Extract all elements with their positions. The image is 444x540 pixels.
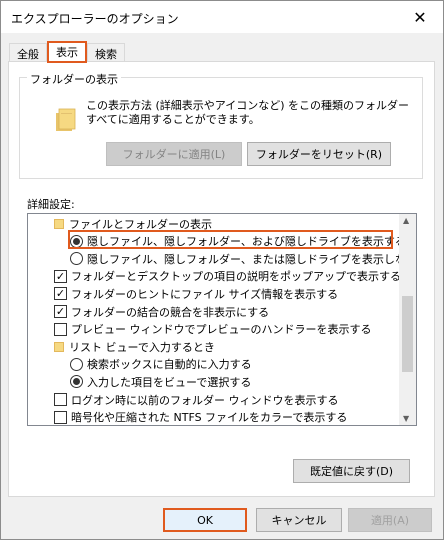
tree-option[interactable]: ✓ フォルダーの結合の競合を非表示にする <box>54 303 269 320</box>
close-icon: ✕ <box>413 7 427 27</box>
radio-button[interactable] <box>70 375 83 389</box>
tree-option[interactable]: ログオン時に以前のフォルダー ウィンドウを表示する <box>54 391 339 408</box>
checkbox[interactable]: ✓ <box>54 305 67 318</box>
restore-defaults-button[interactable]: 既定値に戻す(D) <box>293 459 410 483</box>
tree-option-label: 検索ボックスに自動的に入力する <box>87 358 252 372</box>
tab-view[interactable]: 表示 <box>47 41 87 63</box>
tree-option-label: フォルダーとデスクトップの項目の説明をポップアップで表示する <box>71 270 401 284</box>
tree-option[interactable]: 検索ボックスに自動的に入力する <box>70 356 252 373</box>
folder-icon <box>54 341 64 352</box>
advanced-settings-label: 詳細設定: <box>27 198 75 211</box>
tree-option[interactable]: プレビュー ウィンドウでプレビューのハンドラーを表示する <box>54 321 372 338</box>
title-bar: エクスプローラーのオプション ✕ <box>1 1 443 33</box>
advanced-settings-list[interactable]: ファイルとフォルダーの表示 隠しファイル、隠しフォルダー、および隠しドライブを表示… <box>27 213 417 426</box>
checkbox[interactable] <box>54 410 67 424</box>
radio-button[interactable] <box>70 357 83 371</box>
radio-dot <box>73 378 80 386</box>
checkbox[interactable] <box>54 393 67 406</box>
scrollbar[interactable]: ▲ ▼ <box>399 214 416 425</box>
checkbox[interactable] <box>54 322 67 336</box>
highlight-box <box>68 230 393 249</box>
folder-icon <box>56 108 76 131</box>
tree-option-label: フォルダーの結合の競合を非表示にする <box>71 305 270 319</box>
tab-search[interactable]: 検索 <box>87 43 125 63</box>
apply-button[interactable]: 適用(A) <box>348 508 432 532</box>
tree-option[interactable]: ✓ フォルダーのヒントにファイル サイズ情報を表示する <box>54 285 338 302</box>
checkbox[interactable]: ✓ <box>54 269 67 283</box>
folder-views-description: この表示方法 (詳細表示やアイコンなど) をこの種類のフォルダーすべてに適用する… <box>86 99 410 126</box>
scroll-thumb[interactable] <box>402 296 413 372</box>
close-button[interactable]: ✕ <box>397 1 443 33</box>
tree-option-label: 暗号化や圧縮された NTFS ファイルをカラーで表示する <box>71 411 348 425</box>
radio-button[interactable] <box>70 252 83 266</box>
tab-strip: 全般 表示 検索 <box>9 41 125 63</box>
window-title: エクスプローラーのオプション <box>11 12 179 26</box>
tree-option-label: ログオン時に以前のフォルダー ウィンドウを表示する <box>71 393 339 407</box>
scroll-up-icon[interactable]: ▲ <box>403 216 409 225</box>
scroll-down-icon[interactable]: ▼ <box>403 414 409 423</box>
tab-general[interactable]: 全般 <box>9 43 47 63</box>
cancel-button[interactable]: キャンセル <box>256 508 342 532</box>
ok-button[interactable]: OK <box>163 508 247 532</box>
tree-group-header: リスト ビューで入力するとき <box>54 338 215 355</box>
tree-option[interactable]: ✓ フォルダーとデスクトップの項目の説明をポップアップで表示する <box>54 268 401 285</box>
tree-option-label: 隠しファイル、隠しフォルダー、または隠しドライブを表示しない <box>87 252 417 266</box>
tree-option-label: 入力した項目をビューで選択する <box>87 375 252 389</box>
tree-option[interactable]: 暗号化や圧縮された NTFS ファイルをカラーで表示する <box>54 409 348 425</box>
tree-option[interactable]: 隠しファイル、隠しフォルダー、または隠しドライブを表示しない <box>70 250 417 267</box>
checkbox[interactable]: ✓ <box>54 287 67 301</box>
folder-views-label: フォルダーの表示 <box>27 71 121 87</box>
apply-to-folders-button[interactable]: フォルダーに適用(L) <box>106 142 242 166</box>
tree-option-label: プレビュー ウィンドウでプレビューのハンドラーを表示する <box>71 323 372 337</box>
folder-icon <box>54 218 64 229</box>
reset-folders-button[interactable]: フォルダーをリセット(R) <box>247 142 391 166</box>
tree-option-label: リスト ビューで入力するとき <box>69 340 215 354</box>
tree-option[interactable]: 入力した項目をビューで選択する <box>70 373 251 390</box>
tree-option-label: フォルダーのヒントにファイル サイズ情報を表示する <box>71 287 339 301</box>
